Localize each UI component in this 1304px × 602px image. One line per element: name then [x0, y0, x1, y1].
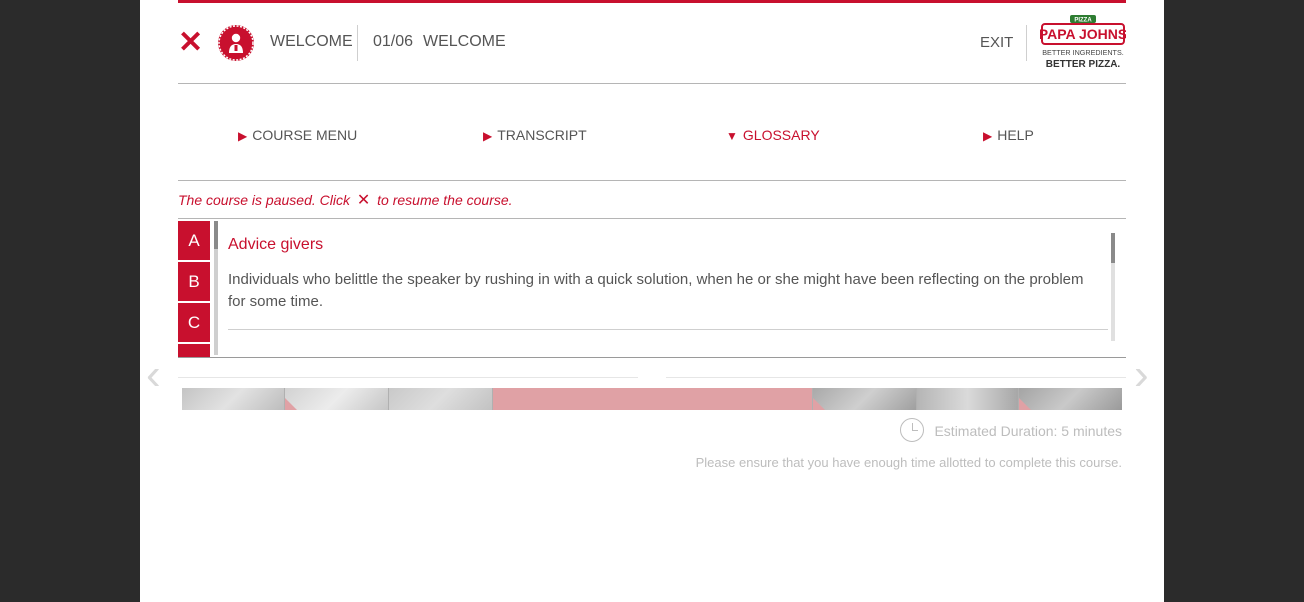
- divider: [228, 329, 1108, 330]
- glossary-scrollbar[interactable]: [1111, 233, 1115, 341]
- menu-item-label: TRANSCRIPT: [497, 127, 587, 143]
- paused-message: The course is paused. Click ✕ to resume …: [178, 181, 1126, 219]
- menu-item-course-menu[interactable]: ▶ COURSE MENU: [238, 127, 357, 143]
- svg-text:PIZZA: PIZZA: [1074, 18, 1092, 24]
- menu-item-label: COURSE MENU: [252, 127, 358, 143]
- glossary-letter-c[interactable]: C: [178, 303, 210, 342]
- paused-text-after: to resume the course.: [377, 192, 513, 208]
- filmstrip-frame[interactable]: [917, 388, 1019, 410]
- glossary-letter-list: A B C: [178, 221, 210, 357]
- menu-item-transcript[interactable]: ▶ TRANSCRIPT: [483, 127, 587, 143]
- time-notice: Please ensure that you have enough time …: [695, 455, 1122, 470]
- svg-text:PAPA JOHNS: PAPA JOHNS: [1040, 26, 1126, 42]
- glossary-definition: Individuals who belittle the speaker by …: [228, 271, 1084, 310]
- glossary-letter-a[interactable]: A: [178, 221, 210, 260]
- filmstrip-frame-active[interactable]: [493, 388, 813, 410]
- chevron-right-icon[interactable]: ›: [1134, 350, 1149, 400]
- page-title: WELCOME: [423, 33, 506, 50]
- frame-marker: [285, 398, 297, 410]
- close-icon[interactable]: ✕: [178, 28, 203, 58]
- filmstrip-frame[interactable]: [285, 388, 389, 410]
- menu-item-help[interactable]: ▶ HELP: [983, 127, 1034, 143]
- paused-text-before: The course is paused. Click: [178, 192, 350, 208]
- filmstrip: [182, 388, 1122, 410]
- triangle-right-icon: ▶: [983, 129, 993, 143]
- scrollbar-thumb[interactable]: [214, 221, 218, 249]
- close-icon: ✕: [356, 192, 371, 209]
- glossary-term: Advice givers: [228, 236, 324, 253]
- menu-item-label: HELP: [997, 127, 1034, 143]
- divider: [178, 377, 638, 378]
- filmstrip-frame[interactable]: [1019, 388, 1122, 410]
- letter-list-scrollbar[interactable]: [214, 221, 218, 355]
- clock-icon: [900, 418, 924, 442]
- scrollbar-thumb[interactable]: [1111, 233, 1115, 263]
- chevron-left-icon[interactable]: ‹: [146, 350, 161, 400]
- svg-text:BETTER INGREDIENTS.: BETTER INGREDIENTS.: [1042, 48, 1123, 57]
- triangle-down-icon: ▼: [726, 129, 738, 143]
- filmstrip-frame[interactable]: [389, 388, 493, 410]
- section-label: WELCOME: [270, 33, 353, 50]
- course-page: ✕ WELCOME 01/06 WELCOME EXIT PIZZA PAPA …: [140, 0, 1164, 602]
- frame-marker: [813, 398, 825, 410]
- header-divider: [357, 25, 358, 61]
- papa-johns-logo: PIZZA PAPA JOHNS BETTER INGREDIENTS. BET…: [1039, 15, 1127, 71]
- glossary-panel: A B C Advice givers Individuals who beli…: [178, 219, 1126, 358]
- frame-marker: [1019, 398, 1031, 410]
- menu-item-glossary[interactable]: ▼ GLOSSARY: [726, 127, 820, 143]
- duration-label: Estimated Duration: 5 minutes: [934, 423, 1122, 439]
- triangle-right-icon: ▶: [483, 129, 493, 143]
- filmstrip-frame[interactable]: [182, 388, 285, 410]
- header-divider: [1026, 25, 1027, 61]
- course-header: ✕ WELCOME 01/06 WELCOME EXIT PIZZA PAPA …: [178, 3, 1127, 84]
- estimated-duration: Estimated Duration: 5 minutes: [900, 418, 1122, 444]
- svg-text:BETTER PIZZA.: BETTER PIZZA.: [1046, 59, 1121, 70]
- filmstrip-frame[interactable]: [813, 388, 917, 410]
- menu-item-label: GLOSSARY: [742, 127, 820, 143]
- glossary-letter-d[interactable]: [178, 344, 210, 357]
- triangle-right-icon: ▶: [238, 129, 248, 143]
- page-count: 01/06: [373, 33, 414, 50]
- papa-john-avatar-icon: [218, 25, 254, 61]
- course-menu-bar: ▶ COURSE MENU ▶ TRANSCRIPT ▼ GLOSSARY ▶ HELP: [178, 84, 1126, 181]
- glossary-letter-b[interactable]: B: [178, 262, 210, 301]
- divider: [666, 377, 1126, 378]
- exit-button[interactable]: EXIT: [980, 34, 1013, 51]
